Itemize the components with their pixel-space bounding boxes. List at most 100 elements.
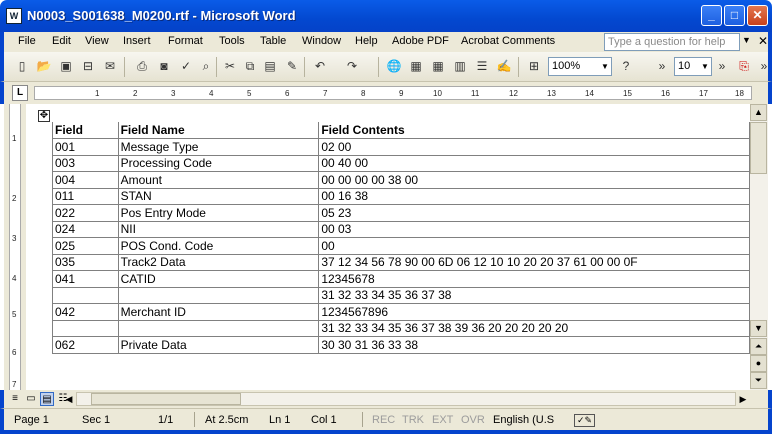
cell-field-name[interactable]: Pos Entry Mode [117, 204, 320, 222]
minimize-button[interactable]: _ [701, 5, 722, 26]
word-app-icon[interactable]: W [6, 8, 22, 24]
cell-field-contents[interactable]: 12345678 [318, 270, 750, 288]
horizontal-scroll-thumb[interactable] [91, 393, 241, 405]
close-button[interactable]: ✕ [747, 5, 768, 26]
cell-field-name[interactable] [117, 286, 320, 304]
menu-help[interactable]: Help [355, 35, 378, 47]
status-ext[interactable]: EXT [432, 414, 453, 426]
cell-field[interactable]: 003 [52, 154, 119, 172]
print-icon[interactable]: ⎙ [134, 58, 150, 74]
web-layout-icon[interactable]: ▭ [24, 392, 38, 406]
new-document-icon[interactable]: ▯ [14, 58, 30, 74]
cell-field-contents[interactable]: 30 30 31 36 33 38 [318, 336, 750, 354]
cell-field[interactable]: 001 [52, 138, 119, 156]
next-page-icon[interactable]: ⏷ [750, 372, 767, 389]
cell-field[interactable] [52, 319, 119, 337]
cell-field-name[interactable]: STAN [117, 187, 320, 205]
table-move-handle-icon[interactable]: ✥ [38, 110, 50, 122]
open-folder-icon[interactable]: 📂 [36, 58, 52, 74]
cell-field[interactable]: 035 [52, 253, 119, 271]
scroll-up-icon[interactable]: ▲ [750, 104, 767, 121]
cell-field[interactable]: 062 [52, 336, 119, 354]
menu-adobe-pdf[interactable]: Adobe PDF [392, 35, 449, 47]
undo-icon[interactable]: ↶ [312, 58, 328, 74]
toolbar-options-icon[interactable]: » [714, 58, 730, 74]
cell-field[interactable]: 025 [52, 237, 119, 255]
research-icon[interactable]: ⌕ [198, 58, 214, 74]
menu-file[interactable]: File [18, 35, 36, 47]
cell-field-contents[interactable]: 00 00 00 00 38 00 [318, 171, 750, 189]
horizontal-ruler[interactable]: 1 2 3 4 5 6 7 8 9 10 11 12 13 14 15 16 1… [34, 86, 752, 100]
cell-field-name[interactable] [117, 319, 320, 337]
toolbar-options-icon[interactable]: » [756, 58, 772, 74]
close-document-icon[interactable]: ✕ [758, 34, 768, 48]
cell-field-name[interactable]: Message Type [117, 138, 320, 156]
select-browse-object-icon[interactable]: ● [750, 355, 767, 372]
font-size-select[interactable]: 10 ▼ [674, 57, 712, 76]
tables-borders-icon[interactable]: ▦ [408, 58, 424, 74]
cell-field-name[interactable]: Processing Code [117, 154, 320, 172]
vertical-scroll-thumb[interactable] [750, 122, 767, 174]
toolbar-options-icon[interactable]: » [654, 58, 670, 74]
cell-field-contents[interactable]: 1234567896 [318, 303, 750, 321]
cell-field-contents[interactable]: 00 16 38 [318, 187, 750, 205]
cell-field-contents[interactable]: 02 00 [318, 138, 750, 156]
scroll-left-icon[interactable]: ◀ [62, 392, 76, 406]
help-icon[interactable]: ? [618, 58, 634, 74]
vertical-scrollbar[interactable]: ▲ ▼ ⏶ ● ⏷ [750, 104, 768, 390]
insert-table-icon[interactable]: ▦ [430, 58, 446, 74]
cell-field-name[interactable]: Merchant ID [117, 303, 320, 321]
menu-table[interactable]: Table [260, 35, 286, 47]
cell-field-contents[interactable]: 00 03 [318, 220, 750, 238]
document-area[interactable]: ✥ Field Field Name Field Contents 001 Mes… [26, 104, 750, 390]
status-ovr[interactable]: OVR [461, 414, 485, 426]
cell-field-name[interactable]: Amount [117, 171, 320, 189]
menu-tools[interactable]: Tools [219, 35, 245, 47]
format-painter-icon[interactable]: ✎ [284, 58, 300, 74]
normal-view-icon[interactable]: ≡ [8, 392, 22, 406]
cell-field-contents[interactable]: 37 12 34 56 78 90 00 6D 06 12 10 10 20 2… [318, 253, 750, 271]
ask-question-input[interactable]: Type a question for help [604, 33, 740, 51]
copy-icon[interactable]: ⧉ [242, 58, 258, 74]
status-trk[interactable]: TRK [402, 414, 424, 426]
cell-field-name[interactable]: NII [117, 220, 320, 238]
previous-page-icon[interactable]: ⏶ [750, 338, 767, 355]
cell-field[interactable]: 011 [52, 187, 119, 205]
field-table[interactable]: Field Field Name Field Contents 001 Messa… [52, 122, 750, 354]
vertical-ruler[interactable]: 1 2 3 4 5 6 7 [4, 104, 26, 390]
menu-acrobat-comments[interactable]: Acrobat Comments [461, 35, 555, 47]
cell-field[interactable] [52, 286, 119, 304]
menu-format[interactable]: Format [168, 35, 203, 47]
cell-field[interactable]: 024 [52, 220, 119, 238]
cell-field-name[interactable]: Track2 Data [117, 253, 320, 271]
email-icon[interactable]: ✉ [102, 58, 118, 74]
cell-field[interactable]: 022 [52, 204, 119, 222]
scroll-right-icon[interactable]: ▶ [736, 392, 750, 406]
save-icon[interactable]: ▣ [58, 58, 74, 74]
cell-field[interactable]: 004 [52, 171, 119, 189]
title-bar[interactable]: W N0003_S001638_M0200.rtf - Microsoft Wo… [0, 0, 772, 32]
cell-field[interactable]: 042 [52, 303, 119, 321]
cell-field[interactable]: 041 [52, 270, 119, 288]
adobe-pdf-icon[interactable]: ⎘ [736, 58, 752, 74]
cell-field-contents[interactable]: 31 32 33 34 35 36 37 38 39 36 20 20 20 2… [318, 319, 750, 337]
redo-icon[interactable]: ↷ [344, 58, 360, 74]
maximize-button[interactable]: □ [724, 5, 745, 26]
spelling-icon[interactable]: ✓ [178, 58, 194, 74]
menu-window[interactable]: Window [302, 35, 341, 47]
cut-icon[interactable]: ✂ [222, 58, 238, 74]
cell-field-contents[interactable]: 00 [318, 237, 750, 255]
menu-insert[interactable]: Insert [123, 35, 151, 47]
permission-icon[interactable]: ⊟ [80, 58, 96, 74]
cell-field-name[interactable]: CATID [117, 270, 320, 288]
tab-selector[interactable]: L [12, 85, 28, 101]
chevron-down-icon[interactable]: ▼ [599, 58, 611, 75]
cell-field-contents[interactable]: 31 32 33 34 35 36 37 38 [318, 286, 750, 304]
paste-icon[interactable]: ▤ [262, 58, 278, 74]
cell-field-name[interactable]: POS Cond. Code [117, 237, 320, 255]
status-rec[interactable]: REC [372, 414, 395, 426]
scroll-down-icon[interactable]: ▼ [750, 320, 767, 337]
menu-view[interactable]: View [85, 35, 109, 47]
menu-edit[interactable]: Edit [52, 35, 71, 47]
columns-icon[interactable]: ☰ [474, 58, 490, 74]
